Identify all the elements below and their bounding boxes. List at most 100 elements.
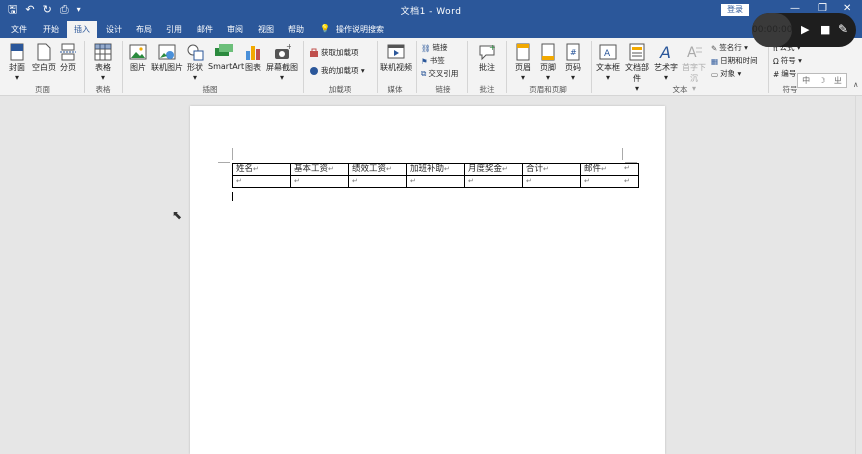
picture-button[interactable]: 图片 [128, 43, 148, 73]
divider [467, 41, 468, 93]
header-email: 邮件 [584, 164, 602, 174]
tab-mailings[interactable]: 邮件 [197, 24, 213, 35]
bookmark-button[interactable]: ⚑ 书签 [421, 55, 445, 66]
header-button[interactable]: 页眉 ▾ [512, 43, 534, 82]
cell-mark: ↵ [328, 165, 334, 173]
object-button[interactable]: ▭ 对象 ▾ [711, 68, 741, 79]
shapes-button[interactable]: 形状 ▾ [185, 43, 205, 82]
header-performance-pay: 绩效工资 [352, 164, 387, 174]
shapes-icon [187, 44, 204, 61]
ime-chinese[interactable]: 中 [802, 75, 810, 86]
wordart-button[interactable]: A 艺术字 ▾ [654, 43, 678, 82]
online-video-button[interactable]: 联机视频 [380, 43, 412, 73]
tab-view[interactable]: 视图 [258, 24, 274, 35]
comment-icon: + [479, 43, 496, 61]
table-cell[interactable]: ↵ [348, 175, 407, 188]
group-illustrations: 插图 [202, 85, 218, 94]
wordart-icon: A [659, 43, 671, 61]
blank-page-button[interactable]: 空白页 [32, 43, 56, 73]
svg-text:A: A [687, 45, 697, 61]
tab-design[interactable]: 设计 [106, 24, 122, 35]
svg-text:A: A [659, 43, 671, 61]
table-cell[interactable]: 合计↵ [522, 163, 581, 176]
table-cell[interactable]: 基本工资↵ [290, 163, 349, 176]
link-label: 链接 [432, 43, 448, 52]
tab-file[interactable]: 文件 [11, 24, 27, 35]
date-time-button[interactable]: ▦ 日期和时间 [711, 55, 758, 66]
drop-cap-icon: A [687, 45, 702, 61]
cover-page-button[interactable]: 封面 ▾ [6, 43, 28, 82]
tab-insert[interactable]: 插入 [67, 21, 97, 38]
tab-help[interactable]: 帮助 [288, 24, 304, 35]
online-picture-button[interactable]: 联机图片 [151, 43, 183, 73]
page-number-label: 页码 [565, 63, 581, 72]
page-break-button[interactable]: 分页 [58, 43, 78, 73]
ime-zhuyin[interactable]: ㄓ [834, 75, 842, 86]
bookmark-icon: ⚑ [421, 56, 428, 66]
cell-mark: ↵ [253, 165, 259, 173]
document-page[interactable]: 姓名↵ 基本工资↵ 绩效工资↵ 加班补助↵ 月度奖金↵ 合计↵ 邮件↵ ↵ ↵ … [190, 106, 665, 454]
divider [768, 41, 769, 93]
my-addins-button[interactable]: 我的加载项 ▾ [309, 65, 365, 76]
table-cell[interactable]: ↵ [522, 175, 581, 188]
page-break-label: 分页 [60, 63, 76, 72]
ime-toolbar[interactable]: 中 ☽ ㄓ [797, 73, 847, 88]
link-button[interactable]: ⛓ 链接 [421, 42, 448, 53]
screenshot-button[interactable]: + 屏幕截图 ▾ [266, 43, 298, 82]
tab-references[interactable]: 引用 [166, 24, 182, 35]
tab-layout[interactable]: 布局 [136, 24, 152, 35]
table-cell[interactable]: 绩效工资↵ [348, 163, 407, 176]
group-media: 媒体 [387, 85, 403, 94]
shapes-label: 形状 [187, 63, 203, 72]
table-cell[interactable]: ↵ [406, 175, 465, 188]
divider [303, 41, 304, 93]
picture-label: 图片 [130, 63, 146, 72]
number-icon: # [773, 69, 780, 79]
table-cell[interactable]: ↵ [464, 175, 523, 188]
quick-parts-button[interactable]: 文档部件 ▾ [622, 43, 652, 93]
crop-mark [218, 162, 230, 163]
divider [84, 41, 85, 93]
salary-table[interactable]: 姓名↵ 基本工资↵ 绩效工资↵ 加班补助↵ 月度奖金↵ 合计↵ 邮件↵ ↵ ↵ … [232, 163, 639, 188]
table-cell[interactable]: 月度奖金↵ [464, 163, 523, 176]
drop-cap-label: 首字下沉 [682, 63, 706, 83]
table-button[interactable]: 表格 ▾ [92, 43, 114, 82]
textbox-button[interactable]: A 文本框 ▾ [596, 43, 620, 82]
my-addins-icon [310, 67, 318, 75]
cross-reference-button[interactable]: ⧉ 交叉引用 [421, 68, 458, 79]
divider [416, 41, 417, 93]
number-button[interactable]: # 编号 [773, 68, 796, 79]
page-number-button[interactable]: # 页码 ▾ [562, 43, 584, 82]
table-cell[interactable]: ↵ [232, 175, 291, 188]
smartart-button[interactable]: SmartArt [208, 43, 244, 71]
store-icon [310, 48, 318, 57]
tab-home[interactable]: 开始 [43, 24, 59, 35]
object-label: 对象 [720, 69, 736, 78]
comment-button[interactable]: + 批注 [474, 43, 500, 73]
footer-button[interactable]: 页脚 ▾ [537, 43, 559, 82]
table-cell[interactable]: ↵ [290, 175, 349, 188]
get-addins-button[interactable]: 获取加载项 [309, 47, 359, 58]
login-button[interactable]: 登录 [721, 4, 749, 16]
cell-mark: ↵ [601, 165, 607, 173]
tab-review[interactable]: 审阅 [227, 24, 243, 35]
table-cell[interactable]: 加班补助↵ [406, 163, 465, 176]
tell-me-search[interactable]: 操作说明搜索 [336, 24, 384, 35]
vertical-scrollbar[interactable] [855, 96, 862, 454]
cell-mark: ↵ [294, 177, 300, 185]
pen-icon[interactable]: ✎ [838, 22, 848, 36]
collapse-ribbon-icon[interactable]: ∧ [853, 80, 859, 89]
text-caret [232, 192, 233, 201]
date-time-label: 日期和时间 [720, 56, 758, 65]
stop-icon[interactable]: ■ [820, 23, 830, 36]
cell-mark: ↵ [236, 177, 242, 185]
signature-line-button[interactable]: ✎ 签名行 ▾ [711, 42, 748, 53]
close-icon[interactable]: ✕ [843, 3, 851, 14]
symbol-button[interactable]: Ω 符号 ▾ [773, 55, 802, 66]
table-cell[interactable]: 姓名↵ [232, 163, 291, 176]
group-links: 链接 [435, 85, 451, 94]
online-picture-label: 联机图片 [151, 63, 183, 72]
chart-button[interactable]: 图表 [243, 43, 263, 73]
play-icon[interactable]: ▶ [801, 23, 809, 36]
ime-moon-icon[interactable]: ☽ [818, 76, 825, 85]
